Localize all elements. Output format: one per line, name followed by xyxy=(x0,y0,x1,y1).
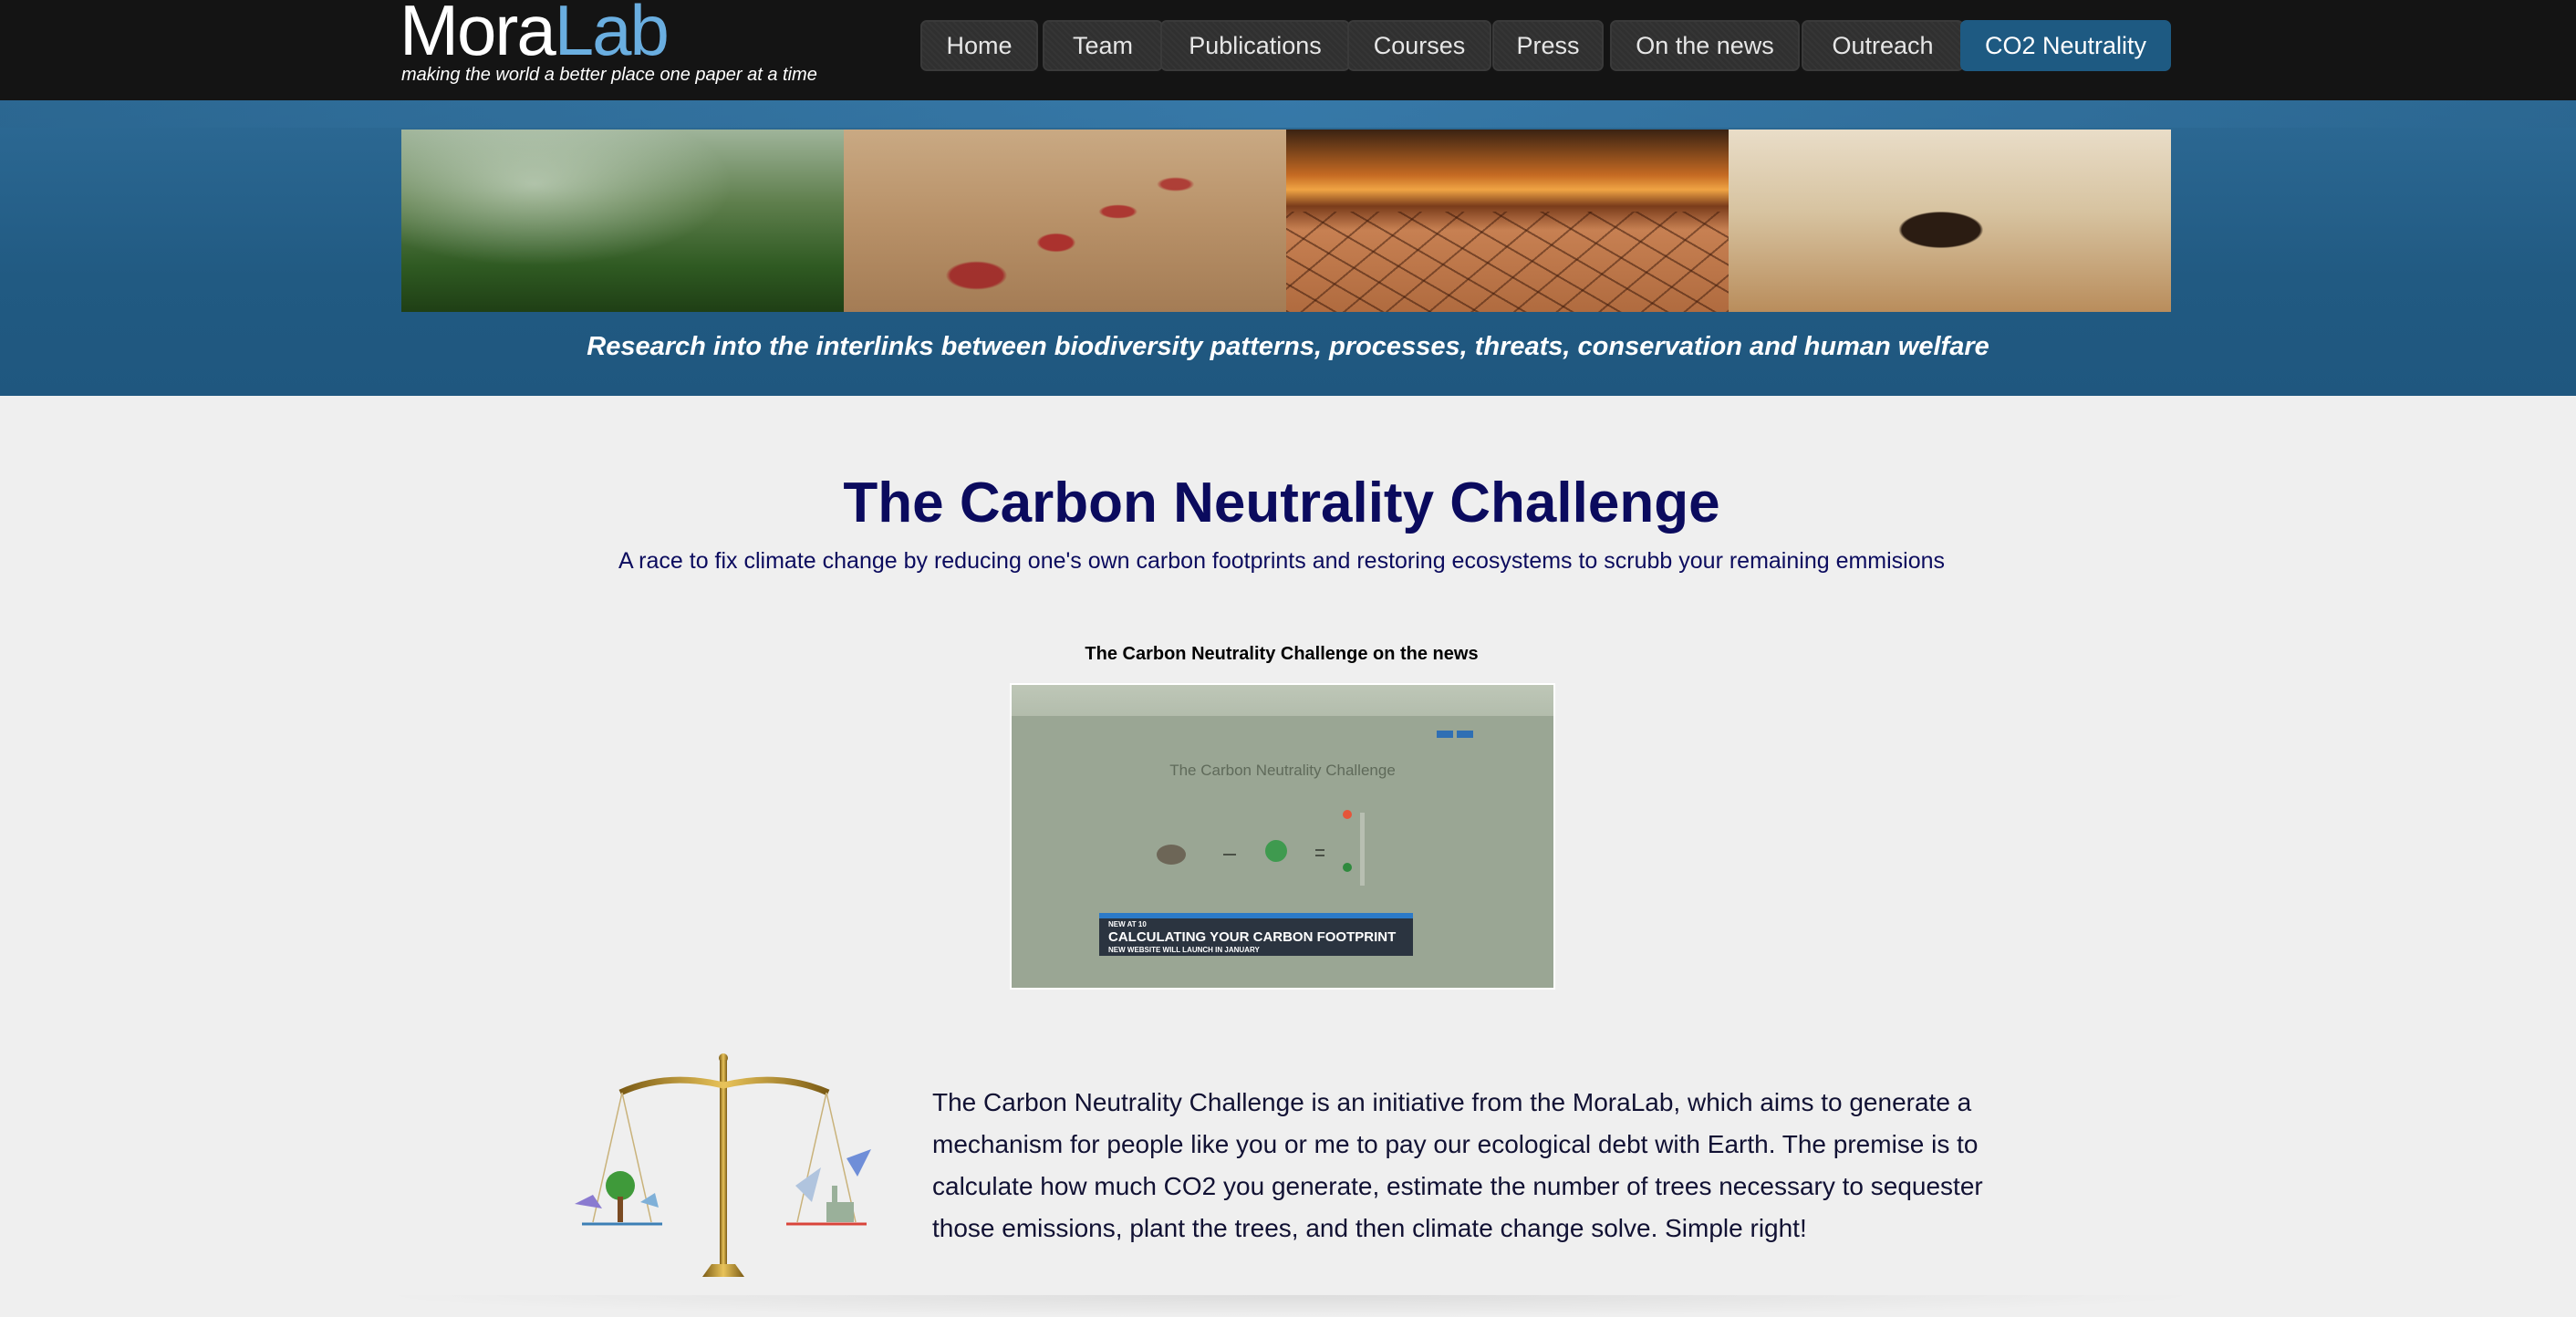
intro-paragraph: The Carbon Neutrality Challenge is an in… xyxy=(932,1088,1983,1242)
drought-person-photo xyxy=(1729,130,2171,312)
rainforest-photo xyxy=(401,130,844,312)
logo-text-lab: Lab xyxy=(554,0,670,70)
site-tagline: making the world a better place one pape… xyxy=(401,65,817,85)
nav-home[interactable]: Home xyxy=(920,20,1038,71)
nav-publications[interactable]: Publications xyxy=(1160,20,1350,71)
cloud-icon xyxy=(1157,845,1186,865)
page-title: The Carbon Neutrality Challenge xyxy=(843,472,1720,534)
video-caption: The Carbon Neutrality Challenge on the n… xyxy=(1085,644,1479,664)
lower-third-kicker: NEW AT 10 xyxy=(1108,920,1147,928)
site-header: MoraLab making the world a better place … xyxy=(0,0,2576,100)
page-subtitle: A race to fix climate change by reducing… xyxy=(618,548,1946,574)
news-video-player[interactable]: The Carbon Neutrality Challenge NEW AT 1… xyxy=(1010,683,1555,990)
nav-on-the-news[interactable]: On the news xyxy=(1610,20,1800,71)
lower-third-headline: CALCULATING YOUR CARBON FOOTPRINT xyxy=(1108,929,1397,945)
factory-icon xyxy=(826,1202,854,1222)
hero-banner: Research into the interlinks between bio… xyxy=(0,100,2576,396)
content-shadow xyxy=(365,1295,2217,1317)
thermometer-icon xyxy=(1360,813,1365,886)
harvesters-photo xyxy=(844,130,1286,312)
nav-courses[interactable]: Courses xyxy=(1347,20,1491,71)
leaf-icon xyxy=(1265,840,1287,862)
balance-scale-illustration xyxy=(575,1053,871,1277)
tree-icon xyxy=(606,1171,635,1200)
cracked-earth-photo xyxy=(1286,130,1729,312)
nav-press[interactable]: Press xyxy=(1492,20,1604,71)
nav-outreach[interactable]: Outreach xyxy=(1802,20,1964,71)
nav-co2-neutrality[interactable]: CO2 Neutrality xyxy=(1960,20,2171,71)
banner-caption: Research into the interlinks between bio… xyxy=(587,332,1989,361)
logo-text-mora: Mora xyxy=(400,0,556,70)
news-lower-third: NEW AT 10 CALCULATING YOUR CARBON FOOTPR… xyxy=(1099,913,1413,956)
nav-team[interactable]: Team xyxy=(1043,20,1163,71)
banner-photo-strip xyxy=(401,130,2171,312)
lower-third-sub: NEW WEBSITE WILL LAUNCH IN JANUARY xyxy=(1108,946,1260,954)
site-logo[interactable]: MoraLab xyxy=(400,0,670,66)
